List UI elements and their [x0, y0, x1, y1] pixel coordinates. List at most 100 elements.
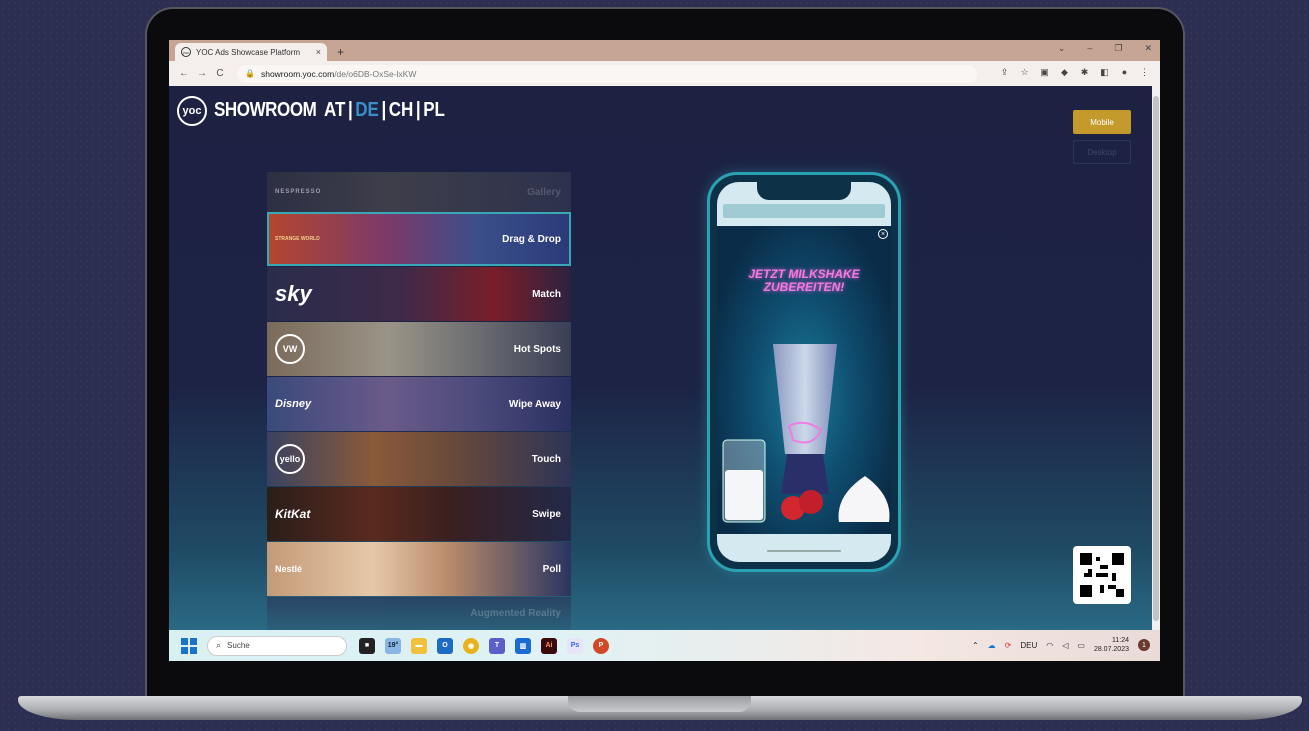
- back-button[interactable]: ←: [175, 68, 193, 79]
- task-view-icon[interactable]: ■: [359, 637, 375, 654]
- outlook-icon[interactable]: O: [437, 637, 453, 654]
- maximize-button[interactable]: ❐: [1114, 43, 1122, 54]
- trello-icon[interactable]: ▥: [515, 637, 531, 654]
- blender-jar: [773, 344, 837, 454]
- strawberry: [799, 490, 823, 514]
- yoc-logo[interactable]: yoc: [177, 96, 207, 126]
- menu-icon[interactable]: ⋮: [1139, 67, 1150, 78]
- window-controls: ⌄ – ❐ ✕: [1058, 43, 1152, 54]
- new-tab-button[interactable]: +: [337, 45, 344, 59]
- blender-base: [781, 454, 829, 494]
- milkshake-illustration: [722, 344, 890, 523]
- weather-widget-icon[interactable]: 19°: [385, 637, 401, 654]
- whipped-cream: [838, 476, 890, 522]
- country-separator: |: [381, 99, 387, 121]
- format-label: Drag & Drop: [502, 233, 561, 245]
- ad-creative[interactable]: × JETZT MILKSHAKE ZUBEREITEN!: [717, 226, 891, 534]
- onedrive-icon[interactable]: ☁: [988, 641, 996, 650]
- format-touch[interactable]: yello Touch: [267, 432, 571, 486]
- chrome-icon[interactable]: ◉: [463, 637, 479, 654]
- profile-icon[interactable]: ●: [1119, 67, 1130, 78]
- format-label: Swipe: [532, 508, 561, 520]
- phone-notch: [757, 182, 851, 200]
- tab-title: YOC Ads Showcase Platform: [196, 47, 301, 57]
- screen: yoc YOC Ads Showcase Platform × + ⌄ – ❐ …: [169, 40, 1160, 661]
- showroom-page: yoc SHOWROOM AT | DE | CH | PL Mobile Desktop …: [169, 86, 1152, 630]
- format-hot-spots[interactable]: VW Hot Spots: [267, 322, 571, 376]
- illustrator-icon[interactable]: Ai: [541, 637, 557, 654]
- country-de[interactable]: DE: [355, 99, 379, 121]
- bookmark-star-icon[interactable]: ☆: [1019, 67, 1030, 78]
- browser-tab[interactable]: yoc YOC Ads Showcase Platform ×: [175, 43, 327, 61]
- qr-code-icon: [1080, 553, 1124, 597]
- country-separator: |: [347, 99, 353, 121]
- chevron-up-icon[interactable]: ⌃: [972, 641, 979, 650]
- format-label: Match: [532, 288, 561, 300]
- format-augmented-reality[interactable]: Augmented Reality: [267, 597, 571, 630]
- format-label: Wipe Away: [508, 398, 561, 410]
- powerpoint-icon[interactable]: P: [593, 637, 609, 654]
- format-drag-and-drop[interactable]: STRANGE WORLD Drag & Drop: [267, 212, 571, 266]
- taskbar-search-input[interactable]: ⌕ Suche: [207, 635, 347, 656]
- volume-icon[interactable]: ◁: [1062, 641, 1068, 650]
- extension-b-icon[interactable]: ◆: [1059, 67, 1070, 78]
- windows-start-icon[interactable]: [181, 637, 197, 654]
- phone-preview: × JETZT MILKSHAKE ZUBEREITEN!: [707, 172, 901, 572]
- format-match[interactable]: sky Match: [267, 267, 571, 321]
- address-bar: ← → C 🔒 showroom.yoc.com/de/o6DB-OxSe-lx…: [169, 61, 1160, 86]
- format-wipe-away[interactable]: Disney Wipe Away: [267, 377, 571, 431]
- tab-bar: yoc YOC Ads Showcase Platform × + ⌄ – ❐ …: [169, 40, 1160, 61]
- taskbar-search-placeholder: Suche: [227, 641, 250, 650]
- search-icon: ⌕: [216, 640, 222, 650]
- yoc-favicon-icon: yoc: [181, 47, 191, 57]
- url-host: showroom.yoc.com: [260, 68, 335, 79]
- vw-logo: VW: [275, 334, 305, 364]
- country-at[interactable]: AT: [324, 99, 345, 121]
- country-pl[interactable]: PL: [423, 99, 445, 121]
- clock-time: 11:24: [1112, 637, 1129, 644]
- sync-icon[interactable]: ⟳: [1005, 641, 1012, 650]
- format-poll[interactable]: Nestlé Poll: [267, 542, 571, 596]
- extension-icons: ⇪ ☆ ▣ ◆ ✱ ◧ ● ⋮: [999, 67, 1150, 78]
- teams-icon[interactable]: T: [489, 637, 505, 654]
- language-indicator[interactable]: DEU: [1020, 641, 1037, 650]
- desktop-view-button[interactable]: Desktop: [1073, 140, 1131, 164]
- tab-close-button[interactable]: ×: [316, 47, 321, 57]
- yello-logo: yello: [275, 444, 305, 474]
- phone-screen: × JETZT MILKSHAKE ZUBEREITEN!: [717, 182, 891, 562]
- minimize-button[interactable]: –: [1087, 43, 1092, 54]
- close-window-button[interactable]: ✕: [1144, 43, 1152, 54]
- extension-a-icon[interactable]: ▣: [1039, 67, 1050, 78]
- tab-search-button[interactable]: ⌄: [1058, 43, 1066, 54]
- wifi-icon[interactable]: ◠: [1046, 641, 1053, 650]
- lock-icon: 🔒: [245, 69, 255, 78]
- format-label: Augmented Reality: [470, 608, 561, 619]
- share-icon[interactable]: ⇪: [999, 67, 1010, 78]
- format-label: Poll: [542, 563, 561, 575]
- format-label: Touch: [531, 453, 561, 465]
- phone-address-bar: [723, 204, 885, 218]
- country-switcher: AT | DE | CH | PL: [324, 99, 445, 122]
- forward-button[interactable]: →: [193, 68, 211, 79]
- clock-date: 28.07.2023: [1093, 646, 1129, 653]
- ad-format-list: NESPRESSO Gallery STRANGE WORLD Drag & D…: [267, 172, 571, 630]
- country-ch[interactable]: CH: [389, 99, 414, 121]
- qr-code[interactable]: [1073, 546, 1131, 604]
- url-input[interactable]: 🔒 showroom.yoc.com/de/o6DB-OxSe-lxKW: [237, 64, 977, 83]
- clock[interactable]: 11:24 28.07.2023: [1094, 636, 1129, 654]
- battery-icon[interactable]: ▭: [1077, 641, 1085, 650]
- scrollbar-thumb[interactable]: [1153, 96, 1159, 621]
- mobile-view-button[interactable]: Mobile: [1073, 110, 1131, 134]
- puzzle-icon[interactable]: ✱: [1079, 67, 1090, 78]
- format-swipe[interactable]: KitKat Swipe: [267, 487, 571, 541]
- sidepanel-icon[interactable]: ◧: [1099, 67, 1110, 78]
- notification-badge[interactable]: 1: [1138, 639, 1150, 651]
- page-scrollbar[interactable]: [1152, 86, 1160, 630]
- url-path: /de/o6DB-OxSe-lxKW: [334, 68, 417, 79]
- photoshop-icon[interactable]: Ps: [567, 637, 583, 654]
- milk: [725, 470, 763, 520]
- format-gallery[interactable]: NESPRESSO Gallery: [267, 172, 571, 212]
- file-explorer-icon[interactable]: ▬: [411, 637, 427, 654]
- system-tray: ⌃ ☁ ⟳ DEU ◠ ◁ ▭ 11:24 28.07.2023 1: [972, 636, 1150, 654]
- reload-button[interactable]: C: [211, 68, 229, 79]
